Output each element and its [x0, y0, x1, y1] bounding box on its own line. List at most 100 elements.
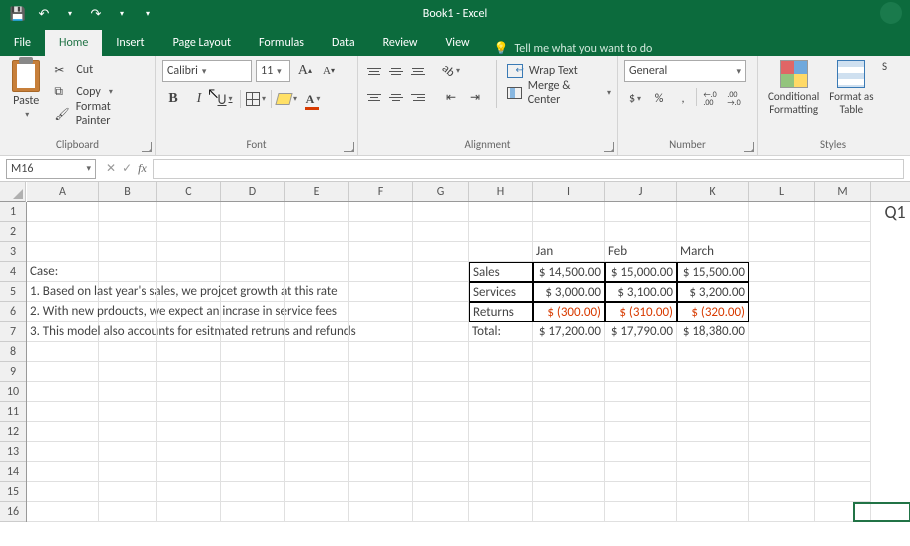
decrease-indent-button[interactable]: ⇤ — [440, 86, 462, 108]
cell[interactable] — [285, 442, 349, 462]
cell[interactable] — [157, 282, 221, 302]
align-bottom-button[interactable] — [408, 62, 428, 80]
cell[interactable] — [27, 502, 99, 522]
cell[interactable] — [413, 482, 469, 502]
grow-font-button[interactable]: A▴ — [294, 60, 316, 82]
col-header-C[interactable]: C — [157, 182, 221, 201]
cell[interactable] — [413, 242, 469, 262]
cell[interactable] — [469, 402, 533, 422]
cell[interactable] — [285, 222, 349, 242]
align-middle-button[interactable] — [386, 62, 406, 80]
cell[interactable] — [285, 402, 349, 422]
cell[interactable] — [27, 382, 99, 402]
cell[interactable] — [221, 302, 285, 322]
cell[interactable]: 1. Based on last year's sales, we projce… — [27, 282, 99, 302]
cell[interactable] — [533, 362, 605, 382]
redo-button[interactable]: ↷ — [84, 2, 108, 26]
name-box[interactable]: M16▾ — [6, 159, 96, 179]
cell[interactable] — [285, 502, 349, 522]
shrink-font-button[interactable]: A▾ — [318, 60, 340, 82]
cell[interactable] — [815, 362, 871, 382]
cell[interactable] — [99, 282, 157, 302]
cell[interactable] — [677, 502, 749, 522]
format-painter-button[interactable]: 🖌Format Painter — [50, 104, 149, 124]
cell[interactable] — [221, 382, 285, 402]
cell[interactable] — [99, 362, 157, 382]
format-as-table-button[interactable]: Format as Table — [825, 60, 877, 116]
cancel-formula-icon[interactable]: ✕ — [106, 161, 116, 176]
cell[interactable] — [221, 262, 285, 282]
cell[interactable] — [157, 262, 221, 282]
row-header-16[interactable]: 16 — [0, 502, 26, 522]
cell[interactable] — [27, 362, 99, 382]
cell[interactable] — [349, 242, 413, 262]
tab-formulas[interactable]: Formulas — [245, 30, 318, 56]
cell[interactable] — [221, 282, 285, 302]
tell-me[interactable]: 💡 Tell me what you want to do — [494, 41, 653, 56]
underline-button[interactable]: U▾ — [214, 88, 236, 110]
row-header-7[interactable]: 7 — [0, 322, 26, 342]
cell[interactable] — [413, 442, 469, 462]
cell[interactable] — [285, 242, 349, 262]
cell[interactable] — [605, 462, 677, 482]
col-header-M[interactable]: M — [815, 182, 871, 201]
col-header-E[interactable]: E — [285, 182, 349, 201]
italic-button[interactable]: I — [188, 88, 210, 110]
row-header-4[interactable]: 4 — [0, 262, 26, 282]
font-size-combo[interactable]: 11▾ — [256, 60, 290, 82]
cell[interactable] — [605, 442, 677, 462]
increase-indent-button[interactable]: ⇥ — [464, 86, 486, 108]
row-header-3[interactable]: 3 — [0, 242, 26, 262]
cell[interactable] — [749, 482, 815, 502]
cell[interactable] — [749, 402, 815, 422]
tab-view[interactable]: View — [432, 30, 484, 56]
cell[interactable] — [285, 382, 349, 402]
redo-dropdown-icon[interactable]: ▾ — [110, 2, 134, 26]
cell[interactable]: Services — [469, 282, 533, 302]
cell[interactable]: $ (320.00) — [677, 302, 749, 322]
cell[interactable]: $ 18,380.00 — [677, 322, 749, 342]
cell[interactable] — [469, 502, 533, 522]
cell[interactable] — [27, 422, 99, 442]
cell[interactable] — [815, 422, 871, 442]
cell[interactable] — [349, 362, 413, 382]
cell[interactable] — [99, 302, 157, 322]
paste-dropdown-icon[interactable]: ▾ — [25, 110, 29, 120]
tab-review[interactable]: Review — [369, 30, 432, 56]
cell[interactable] — [157, 422, 221, 442]
comma-button[interactable]: , — [672, 88, 694, 110]
cell[interactable] — [605, 422, 677, 442]
cell[interactable] — [99, 322, 157, 342]
cell[interactable]: $ 3,000.00 — [533, 282, 605, 302]
cell[interactable] — [157, 202, 221, 222]
cell[interactable] — [749, 502, 815, 522]
cell[interactable] — [99, 402, 157, 422]
cell[interactable] — [221, 362, 285, 382]
cell[interactable] — [749, 362, 815, 382]
cell-styles-partial[interactable]: S — [880, 60, 890, 116]
cell[interactable] — [815, 302, 871, 322]
cell[interactable] — [99, 262, 157, 282]
cell[interactable] — [157, 362, 221, 382]
cell[interactable] — [815, 242, 871, 262]
cell[interactable] — [285, 422, 349, 442]
cell[interactable] — [221, 322, 285, 342]
cell[interactable] — [157, 482, 221, 502]
cell[interactable] — [413, 502, 469, 522]
row-header-1[interactable]: 1 — [0, 202, 26, 222]
cell[interactable] — [157, 322, 221, 342]
align-right-button[interactable] — [408, 88, 428, 106]
align-top-button[interactable] — [364, 62, 384, 80]
cell[interactable]: $ (310.00) — [605, 302, 677, 322]
col-header-H[interactable]: H — [469, 182, 533, 201]
cell[interactable] — [349, 482, 413, 502]
cell[interactable] — [99, 222, 157, 242]
col-header-B[interactable]: B — [99, 182, 157, 201]
cell[interactable] — [157, 382, 221, 402]
align-left-button[interactable] — [364, 88, 384, 106]
cell[interactable] — [677, 422, 749, 442]
fill-color-button[interactable]: ▾ — [276, 88, 298, 110]
fx-icon[interactable]: fx — [138, 161, 147, 176]
cell[interactable] — [99, 502, 157, 522]
alignment-launcher[interactable] — [604, 142, 614, 152]
